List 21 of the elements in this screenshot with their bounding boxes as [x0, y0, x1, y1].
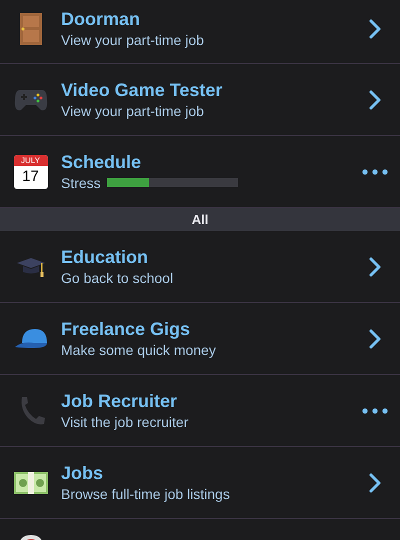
row-title: Job Recruiter: [61, 390, 178, 412]
row-title: Video Game Tester: [61, 78, 224, 100]
section-header: All: [192, 210, 208, 229]
row-title: Doorman: [61, 8, 142, 30]
cap-icon: [14, 326, 48, 350]
row-subtitle: View your part-time job: [61, 102, 205, 120]
row-title: Jobs: [61, 462, 104, 484]
row-subtitle: View your part-time job: [61, 30, 205, 50]
row-subtitle: Go back to school: [61, 268, 174, 288]
door-icon: [18, 12, 42, 46]
row-title: Freelance Gigs: [61, 318, 192, 340]
meter-label: Stress: [61, 174, 101, 192]
calendar-month: JULY: [14, 154, 48, 166]
row-subtitle: Make some quick money: [61, 340, 217, 360]
row-subtitle: Browse full-time job listings: [61, 484, 231, 504]
banknote-icon: [12, 470, 48, 496]
calendar-day: 17: [14, 166, 48, 188]
gamepad-icon: [14, 88, 48, 112]
row-subtitle: Visit the job recruiter: [61, 412, 190, 432]
row-title: Education: [61, 246, 150, 268]
row-title: Schedule: [61, 150, 142, 172]
